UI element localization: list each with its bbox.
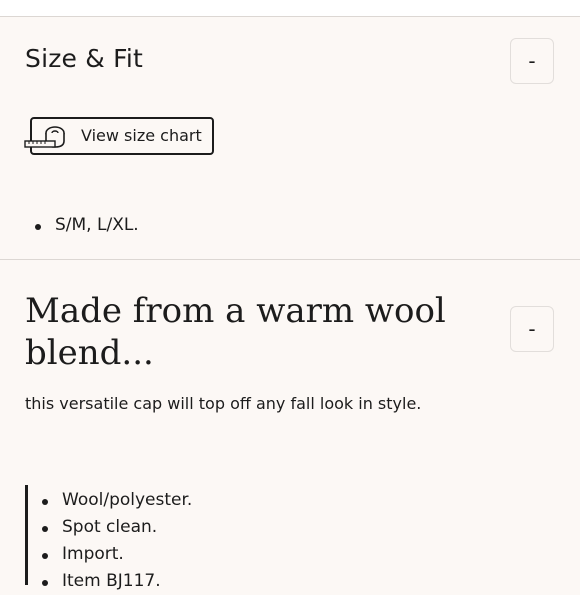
view-size-chart-label: View size chart [81, 126, 202, 145]
details-list: Wool/polyester. Spot clean. Import. Item… [42, 487, 192, 595]
top-border [0, 0, 580, 17]
tape-measure-icon [24, 126, 65, 148]
product-info-collapse-button[interactable]: - [510, 306, 554, 352]
details-accent-rule [25, 485, 28, 585]
list-item: Item BJ117. [42, 568, 192, 595]
product-info-heading: Made from a warm wool blend... [25, 291, 446, 373]
product-description: this versatile cap will top off any fall… [25, 394, 422, 413]
view-size-chart-button[interactable]: View size chart [24, 117, 214, 155]
sizes-list: S/M, L/XL. [35, 212, 139, 239]
list-item: Spot clean. [42, 514, 192, 541]
list-item: Wool/polyester. [42, 487, 192, 514]
size-fit-heading: Size & Fit [25, 44, 144, 73]
section-divider [0, 259, 580, 260]
list-item: S/M, L/XL. [35, 212, 139, 239]
size-fit-collapse-button[interactable]: - [510, 38, 554, 84]
list-item: Import. [42, 541, 192, 568]
